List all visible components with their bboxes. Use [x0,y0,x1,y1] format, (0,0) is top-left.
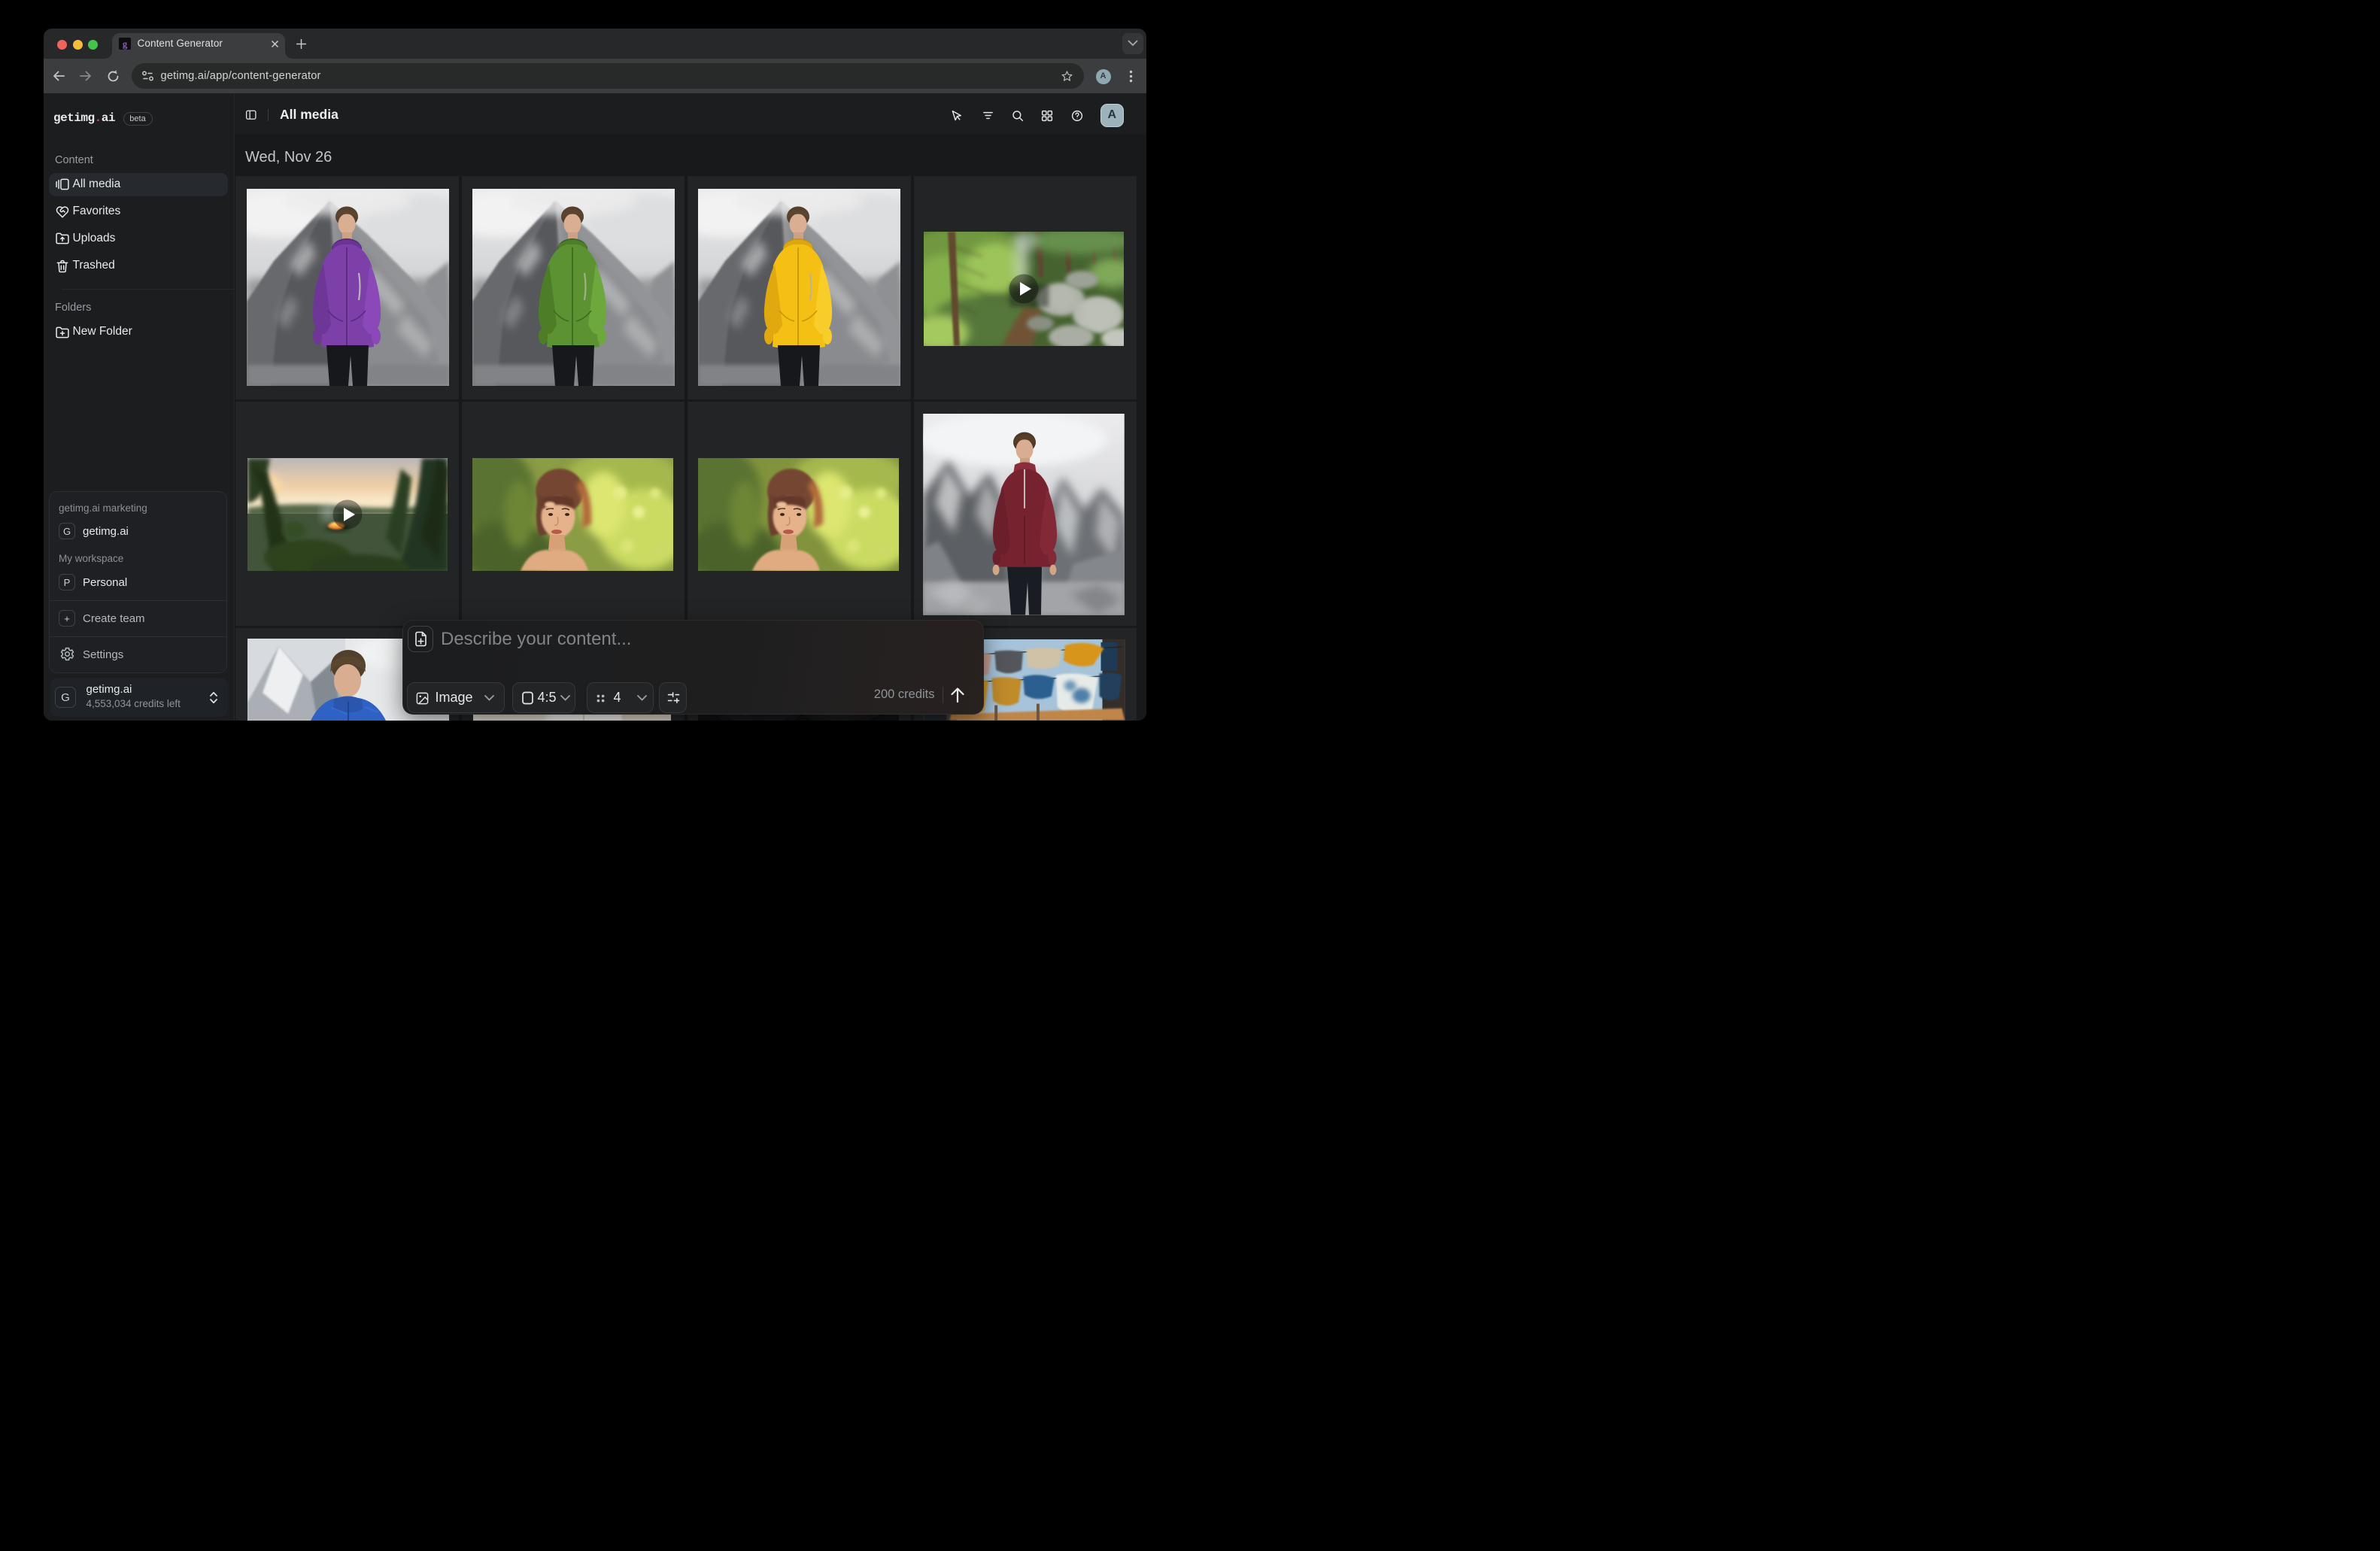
svg-text:g: g [123,38,128,49]
